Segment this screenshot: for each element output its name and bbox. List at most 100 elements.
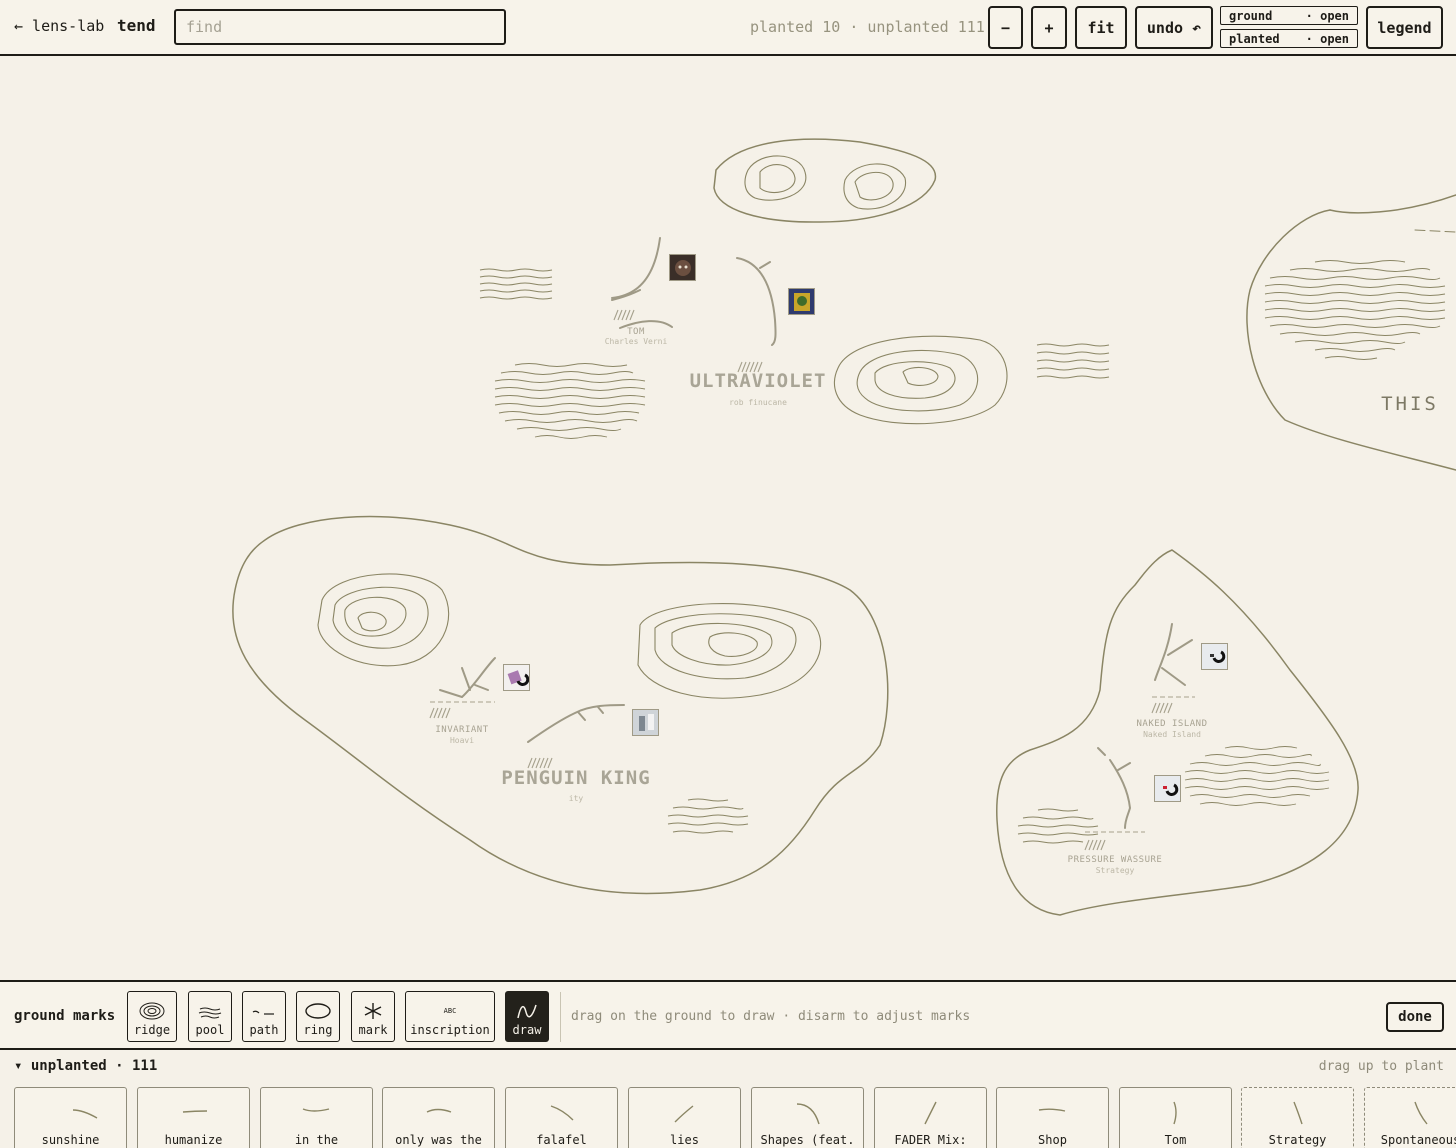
stem-icon xyxy=(302,1108,330,1112)
pool xyxy=(1184,746,1330,806)
layer-toggle-ground[interactable]: ground · open xyxy=(1220,6,1358,25)
stem-icon xyxy=(674,1105,694,1123)
stem-icon xyxy=(426,1108,452,1113)
back-link[interactable]: ← lens-lab xyxy=(14,17,104,35)
map-label[interactable]: THIS xyxy=(1381,393,1439,415)
map-sublabel: Naked Island xyxy=(1143,730,1201,739)
stem-icon xyxy=(1414,1101,1428,1125)
stem-icon xyxy=(796,1103,820,1125)
unplanted-card[interactable]: sunshine xyxy=(14,1087,127,1148)
album-thumbnail[interactable] xyxy=(1154,775,1181,802)
tool-ring[interactable]: ring xyxy=(296,991,340,1042)
ridge-ring xyxy=(332,586,429,649)
plant-counts: planted 10 · unplanted 111 xyxy=(750,18,985,36)
pool xyxy=(494,363,646,439)
zoom-out-button[interactable]: − xyxy=(988,6,1023,49)
album-thumbnail[interactable] xyxy=(503,664,530,691)
island-outline xyxy=(713,138,937,223)
asterisk-icon xyxy=(364,1003,382,1019)
unplanted-card[interactable]: humanize xyxy=(137,1087,250,1148)
tool-ridge[interactable]: ridge xyxy=(127,991,177,1042)
unplanted-card[interactable]: Shapes (feat. xyxy=(751,1087,864,1148)
unplanted-card[interactable]: Strategy xyxy=(1241,1087,1354,1148)
ridge-ring xyxy=(357,611,387,632)
map-sublabel: rob finucane xyxy=(729,398,787,407)
ridge-icon xyxy=(139,1002,165,1020)
unplanted-card[interactable]: Tom xyxy=(1119,1087,1232,1148)
pool xyxy=(1264,260,1446,360)
path-icon xyxy=(252,1010,274,1015)
top-bar: ← lens-lab tend planted 10 · unplanted 1… xyxy=(0,0,1456,56)
unplanted-card[interactable]: only was the xyxy=(382,1087,495,1148)
ridge-ring xyxy=(759,164,796,194)
pool xyxy=(667,798,749,834)
ridge-ring xyxy=(902,367,939,386)
map-sublabel: ity xyxy=(568,794,584,803)
album-thumbnail[interactable] xyxy=(788,288,815,315)
layer-name: planted xyxy=(1229,31,1280,46)
tool-path[interactable]: path xyxy=(242,991,286,1042)
unplanted-card[interactable]: lies xyxy=(628,1087,741,1148)
island-outline xyxy=(232,515,889,895)
map-label[interactable]: INVARIANT xyxy=(435,725,488,735)
unplanted-card[interactable]: FADER Mix: xyxy=(874,1087,987,1148)
map-label[interactable]: ULTRAVIOLET xyxy=(690,370,827,392)
unplanted-card[interactable]: Spontaneous xyxy=(1364,1087,1456,1148)
map-sublabel: Strategy xyxy=(1095,866,1135,875)
done-button[interactable]: done xyxy=(1386,1002,1444,1032)
app-title: tend xyxy=(117,16,156,35)
tool-mark[interactable]: mark xyxy=(351,991,395,1042)
draw-icon xyxy=(517,1004,537,1019)
pool xyxy=(1036,343,1110,379)
ridge-ring xyxy=(744,155,807,201)
unplanted-card[interactable]: in the xyxy=(260,1087,373,1148)
ground-layer xyxy=(232,138,1456,916)
divider xyxy=(560,992,561,1042)
ring-icon xyxy=(305,1003,331,1019)
map-label[interactable]: NAKED ISLAND xyxy=(1136,719,1207,729)
ridge-ring xyxy=(708,632,758,657)
pool xyxy=(479,268,553,300)
map-label[interactable]: PENGUIN KING xyxy=(501,767,650,789)
marks-title: ground marks xyxy=(14,1008,116,1024)
stem-icon xyxy=(1173,1101,1177,1125)
album-thumbnail[interactable] xyxy=(632,709,659,736)
tool-pool[interactable]: pool xyxy=(188,991,232,1042)
layer-name: ground xyxy=(1229,8,1273,23)
album-thumbnail[interactable] xyxy=(669,254,696,281)
search-input[interactable] xyxy=(174,9,506,45)
stem-icon xyxy=(182,1110,208,1113)
island-outline xyxy=(1246,209,1456,471)
undo-button[interactable]: undo ↶ xyxy=(1135,6,1213,49)
ridge-ring xyxy=(854,171,894,201)
ground-marks-toolbar: ground marks ridge pool path ring mark A… xyxy=(0,980,1456,1050)
marks-hint: drag on the ground to draw · disarm to a… xyxy=(571,1009,971,1024)
ridge-ring xyxy=(843,163,906,210)
fit-button[interactable]: fit xyxy=(1075,6,1127,49)
legend-button[interactable]: legend xyxy=(1366,6,1443,49)
map-sublabel: Charles Verni xyxy=(604,337,668,346)
map-sublabel: Hoavi xyxy=(449,736,475,745)
tray-toggle[interactable]: ▾ unplanted · 111 xyxy=(14,1058,157,1074)
map-label[interactable]: PRESSURE WASSURE xyxy=(1068,855,1163,865)
tool-draw[interactable]: draw xyxy=(505,991,549,1042)
inscription-icon: ABC xyxy=(443,1007,457,1015)
unplanted-tray: ▾ unplanted · 111 drag up to plant sunsh… xyxy=(0,1050,1456,1148)
layer-toggle-planted[interactable]: planted · open xyxy=(1220,29,1358,48)
map-label[interactable]: TOM xyxy=(627,327,645,337)
stem-icon xyxy=(550,1105,574,1121)
tool-inscription[interactable]: ABC inscription xyxy=(405,991,495,1042)
album-thumbnail[interactable] xyxy=(1201,643,1228,670)
unplanted-card[interactable]: falafel xyxy=(505,1087,618,1148)
stem-icon xyxy=(1293,1101,1303,1125)
zoom-in-button[interactable]: + xyxy=(1031,6,1067,49)
pool xyxy=(1017,808,1099,844)
stem-icon xyxy=(72,1109,98,1119)
tray-hint: drag up to plant xyxy=(1318,1059,1444,1074)
stem-icon xyxy=(924,1101,937,1125)
stem-icon xyxy=(1038,1108,1066,1112)
layer-state: · open xyxy=(1305,31,1349,46)
pool-icon xyxy=(198,1007,222,1019)
unplanted-card[interactable]: Shop xyxy=(996,1087,1109,1148)
map-canvas[interactable]: TOM Charles Verni ULTRAVIOLET rob finuca… xyxy=(0,57,1456,980)
